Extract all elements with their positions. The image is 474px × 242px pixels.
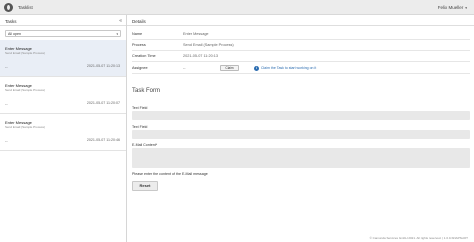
- user-menu[interactable]: Felix Mueller ▾: [438, 5, 467, 10]
- info-icon: i: [254, 65, 259, 71]
- email-content-textarea[interactable]: [132, 148, 470, 168]
- tasks-panel: Tasks « All open ▾ Enter Message Send Em…: [0, 15, 127, 242]
- field-label: E-Mail Content*: [132, 143, 158, 147]
- details-panel: Details Name Enter Message Process Send …: [127, 15, 474, 242]
- task-list-item[interactable]: Enter Message Send Email (Sample Process…: [0, 77, 126, 114]
- chevron-down-icon: ▾: [116, 32, 118, 36]
- claim-hint: Claim the Task to start working on it: [261, 66, 317, 70]
- detail-value: Send Email (Sample Process): [183, 43, 234, 47]
- detail-row-assignee: Assignee -- Claim i Claim the Task to st…: [132, 63, 470, 74]
- details-panel-header: Details: [127, 15, 474, 26]
- text-field-input[interactable]: [132, 111, 470, 120]
- detail-row-process: Process Send Email (Sample Process): [132, 40, 470, 51]
- task-item-created: 2021-05-07 11:20:46: [86, 138, 120, 142]
- task-list-item[interactable]: Enter Message Send Email (Sample Process…: [0, 114, 126, 151]
- tasks-panel-title: Tasks: [5, 18, 17, 24]
- task-filter-select[interactable]: All open ▾: [5, 30, 121, 37]
- field-help-text: Please enter the content of the E-Mail m…: [132, 172, 208, 176]
- footer-text: © Camunda Services GmbH 2021. All rights…: [369, 236, 468, 240]
- detail-value: --: [183, 66, 186, 70]
- task-item-process: Send Email (Sample Process): [5, 51, 46, 55]
- detail-value: 2021-05-07 11:20:13: [183, 54, 218, 58]
- detail-row-name: Name Enter Message: [132, 29, 470, 40]
- details-panel-title: Details: [132, 18, 146, 24]
- task-item-process: Send Email (Sample Process): [5, 125, 46, 129]
- tasks-panel-header: Tasks «: [0, 15, 126, 26]
- claim-button[interactable]: Claim: [220, 65, 239, 71]
- task-item-assignee: --: [5, 64, 8, 69]
- detail-value: Enter Message: [183, 32, 209, 36]
- task-item-created: 2021-05-07 11:20:07: [86, 101, 120, 105]
- detail-label: Process: [132, 43, 146, 47]
- task-item-created: 2021-05-07 11:20:13: [86, 64, 120, 68]
- detail-row-creation-time: Creation Time 2021-05-07 11:20:13: [132, 51, 470, 62]
- user-name: Felix Mueller: [437, 5, 464, 10]
- app-title: Tasklist: [18, 5, 33, 10]
- task-item-assignee: --: [5, 138, 8, 143]
- field-label: Text Field: [132, 106, 148, 110]
- app-logo-icon: [4, 3, 13, 12]
- reset-button[interactable]: Reset: [132, 181, 158, 191]
- field-label: Text Field: [132, 125, 148, 129]
- task-filter-value: All open: [8, 32, 21, 36]
- task-form-title: Task Form: [132, 88, 161, 94]
- detail-label: Assignee: [132, 66, 148, 70]
- top-header: Tasklist Felix Mueller ▾: [0, 0, 474, 15]
- task-list: Enter Message Send Email (Sample Process…: [0, 40, 126, 151]
- detail-label: Creation Time: [132, 54, 156, 58]
- collapse-panel-icon[interactable]: «: [119, 18, 122, 24]
- task-item-process: Send Email (Sample Process): [5, 88, 46, 92]
- task-item-assignee: --: [5, 101, 8, 106]
- task-list-item[interactable]: Enter Message Send Email (Sample Process…: [0, 40, 126, 77]
- chevron-down-icon: ▾: [465, 6, 467, 10]
- text-field-input[interactable]: [132, 130, 470, 139]
- detail-label: Name: [132, 32, 143, 36]
